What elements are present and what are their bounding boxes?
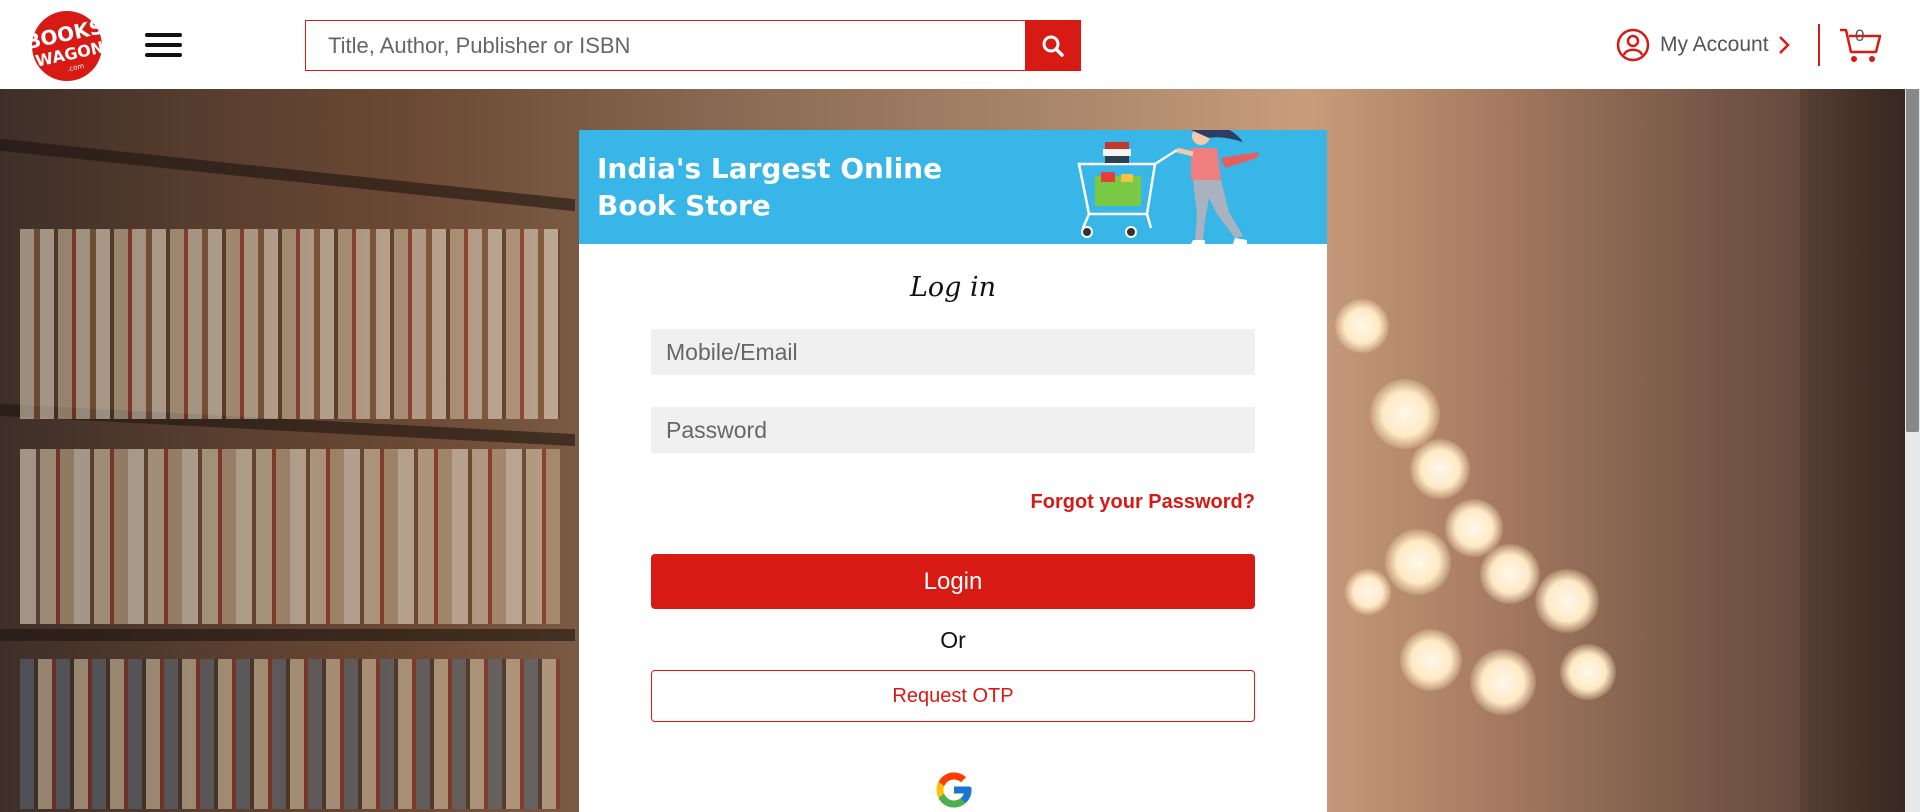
- forgot-password-link[interactable]: Forgot your Password?: [1031, 491, 1255, 514]
- password-field[interactable]: [651, 407, 1255, 453]
- or-separator: Or: [940, 627, 966, 653]
- site-header: BOOKS WAGON .com My Account: [0, 0, 1920, 89]
- chevron-right-icon: [1778, 36, 1790, 54]
- cart-button[interactable]: 0: [1838, 24, 1882, 64]
- cart-count: 0: [1855, 26, 1865, 45]
- header-divider: [1818, 24, 1820, 66]
- search-bar: [305, 20, 1081, 71]
- search-icon: [1042, 35, 1064, 57]
- login-card: India's Largest Online Book Store Log in…: [579, 130, 1327, 812]
- login-button[interactable]: Login: [651, 554, 1255, 609]
- my-account-link[interactable]: My Account: [1616, 26, 1791, 64]
- banner-line-2: Book Store: [597, 189, 771, 222]
- banner-line-1: India's Largest Online: [597, 152, 943, 185]
- mobile-email-field[interactable]: [651, 329, 1255, 375]
- shopping-cart-illustration: [1077, 130, 1259, 244]
- my-account-label: My Account: [1660, 33, 1769, 56]
- page-scrollbar-thumb[interactable]: [1906, 72, 1919, 432]
- google-icon[interactable]: [933, 769, 975, 811]
- user-circle-icon: [1616, 28, 1650, 62]
- banner-text: India's Largest Online Book Store: [597, 150, 942, 224]
- promo-banner: India's Largest Online Book Store: [579, 130, 1327, 244]
- search-button[interactable]: [1025, 20, 1081, 71]
- search-input[interactable]: [305, 20, 1025, 71]
- request-otp-button[interactable]: Request OTP: [651, 670, 1255, 722]
- bookswagon-logo[interactable]: BOOKS WAGON .com: [22, 10, 112, 82]
- hamburger-icon[interactable]: [145, 33, 182, 57]
- login-title: Log in: [909, 272, 997, 303]
